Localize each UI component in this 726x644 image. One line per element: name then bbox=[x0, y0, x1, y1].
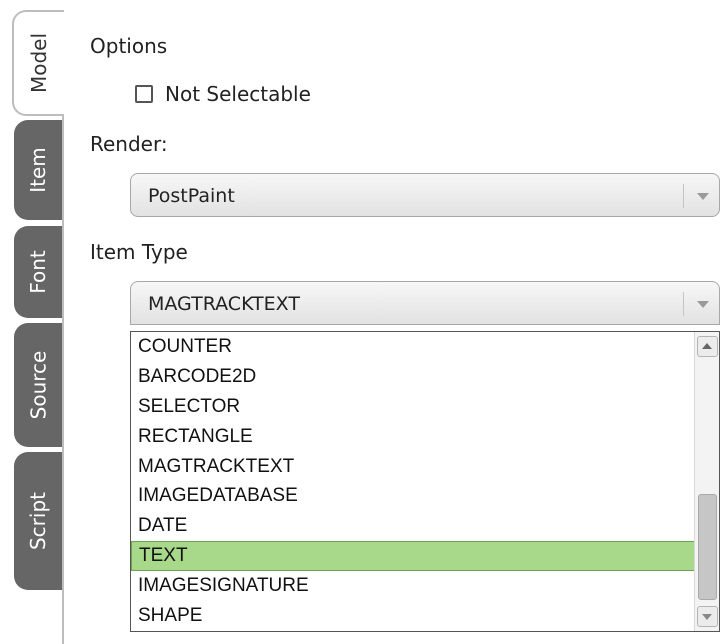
item-type-combobox[interactable]: MAGTRACKTEXT bbox=[130, 281, 720, 325]
arrow-up-icon bbox=[702, 343, 712, 349]
dropdown-option[interactable]: RECTANGLE bbox=[131, 422, 695, 452]
render-combobox-value: PostPaint bbox=[148, 185, 235, 207]
dropdown-scrollbar[interactable] bbox=[694, 332, 719, 631]
scroll-up-button[interactable] bbox=[697, 336, 718, 357]
tab-font-label: Font bbox=[25, 250, 50, 294]
dropdown-option[interactable]: IMAGESIGNATURE bbox=[131, 571, 695, 601]
combo-divider bbox=[683, 184, 684, 208]
dropdown-option[interactable]: DATE bbox=[131, 511, 695, 541]
dropdown-option[interactable]: BARCODE2D bbox=[131, 362, 695, 392]
dropdown-option[interactable]: COUNTER bbox=[131, 332, 695, 362]
combo-divider bbox=[683, 292, 684, 316]
tab-model-label: Model bbox=[27, 32, 51, 94]
dropdown-option[interactable]: MAGTRACKTEXT bbox=[131, 452, 695, 482]
not-selectable-checkbox[interactable] bbox=[135, 85, 153, 103]
scrollbar-thumb[interactable] bbox=[698, 494, 717, 600]
scroll-down-button[interactable] bbox=[697, 606, 718, 627]
tab-script-label: Script bbox=[26, 491, 51, 551]
tab-item-label: Item bbox=[26, 147, 50, 193]
tab-script[interactable]: Script bbox=[14, 452, 62, 590]
not-selectable-row[interactable]: Not Selectable bbox=[135, 82, 311, 106]
dropdown-option-highlighted[interactable]: TEXT bbox=[131, 541, 695, 572]
vertical-tab-strip: Item Font Source Script Model bbox=[0, 0, 64, 644]
chevron-down-icon[interactable] bbox=[697, 301, 709, 308]
tab-item[interactable]: Item bbox=[14, 120, 62, 220]
render-label: Render: bbox=[90, 132, 168, 156]
render-combobox[interactable]: PostPaint bbox=[130, 173, 720, 217]
not-selectable-label[interactable]: Not Selectable bbox=[165, 82, 311, 106]
item-type-label: Item Type bbox=[90, 240, 188, 264]
item-type-combobox-value: MAGTRACKTEXT bbox=[148, 293, 300, 315]
tab-model[interactable]: Model bbox=[12, 10, 64, 116]
options-heading: Options bbox=[90, 34, 168, 58]
tab-source[interactable]: Source bbox=[14, 323, 62, 447]
item-type-options-list: COUNTER BARCODE2D SELECTOR RECTANGLE MAG… bbox=[131, 332, 695, 631]
tab-font[interactable]: Font bbox=[14, 226, 62, 318]
dropdown-option[interactable]: IMAGEDATABASE bbox=[131, 481, 695, 511]
item-type-dropdown[interactable]: COUNTER BARCODE2D SELECTOR RECTANGLE MAG… bbox=[130, 331, 720, 632]
dropdown-option[interactable]: SELECTOR bbox=[131, 392, 695, 422]
arrow-down-icon bbox=[702, 614, 712, 620]
chevron-down-icon[interactable] bbox=[697, 193, 709, 200]
tab-source-label: Source bbox=[26, 350, 51, 420]
dropdown-option[interactable]: SHAPE bbox=[131, 601, 695, 631]
